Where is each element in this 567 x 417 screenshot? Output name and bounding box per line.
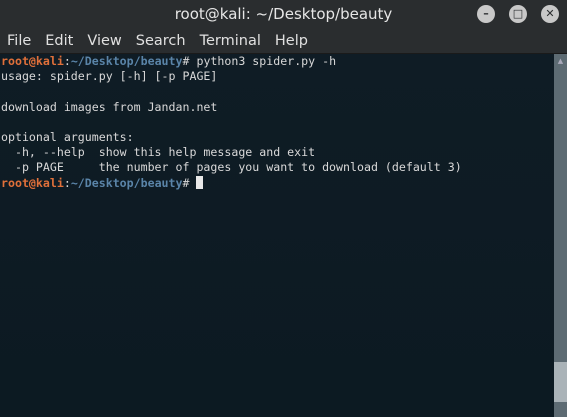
window-title: root@kali: ~/Desktop/beauty	[174, 5, 393, 23]
prompt-sep: :	[63, 175, 71, 190]
menu-terminal[interactable]: Terminal	[200, 30, 261, 53]
menu-search[interactable]: Search	[136, 30, 186, 53]
prompt-end: #	[182, 54, 197, 68]
prompt-path: ~/Desktop/beauty	[70, 54, 183, 68]
output-line: -h, --help show this help message and ex…	[1, 145, 316, 160]
minimize-icon[interactable]: –	[477, 5, 495, 23]
menu-edit[interactable]: Edit	[45, 30, 73, 53]
menu-help[interactable]: Help	[275, 30, 308, 53]
menu-bar: File Edit View Search Terminal Help	[0, 30, 567, 54]
output-line: usage: spider.py [-h] [-p PAGE]	[1, 69, 218, 84]
scrollbar-thumb[interactable]	[554, 362, 567, 402]
output-line: -p PAGE the number of pages you want to …	[1, 160, 462, 175]
scrollbar[interactable]: ▲	[554, 54, 567, 417]
scroll-up-icon[interactable]: ▲	[554, 54, 567, 68]
output-line: download images from Jandan.net	[1, 99, 218, 114]
prompt-path: ~/Desktop/beauty	[70, 175, 183, 190]
prompt-line: root@kali:~/Desktop/beauty#	[1, 175, 554, 191]
command: python3 spider.py -h	[196, 54, 337, 68]
cursor	[196, 175, 204, 189]
prompt-user: root@kali	[1, 175, 64, 190]
close-icon[interactable]: ✕	[541, 5, 559, 23]
prompt-line: root@kali:~/Desktop/beauty# python3 spid…	[1, 54, 554, 69]
menu-file[interactable]: File	[7, 30, 31, 53]
title-bar: root@kali: ~/Desktop/beauty – □ ✕	[0, 0, 567, 30]
output-line: optional arguments:	[1, 130, 134, 145]
prompt-end: #	[182, 175, 197, 190]
terminal-output[interactable]: root@kali:~/Desktop/beauty# python3 spid…	[0, 54, 554, 417]
prompt-sep: :	[63, 54, 71, 68]
prompt-user: root@kali	[1, 54, 64, 68]
maximize-icon[interactable]: □	[509, 5, 527, 23]
menu-view[interactable]: View	[87, 30, 121, 53]
